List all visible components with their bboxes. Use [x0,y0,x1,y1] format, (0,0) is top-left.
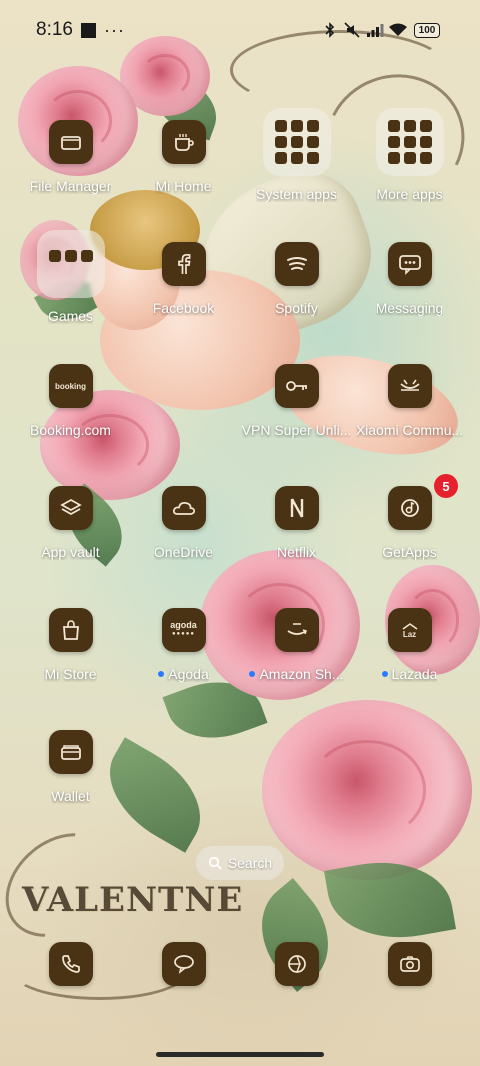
chat-bubble-icon [161,942,206,986]
cloud-icon [161,486,206,530]
folder-system-apps[interactable]: System apps [240,106,353,228]
home-indicator[interactable] [156,1052,324,1057]
app-label: Games [47,308,94,324]
getapps-icon [387,486,432,530]
battery-indicator: 100 [414,22,440,38]
agoda-icon-text: agoda [170,620,197,630]
agoda-dots-icon: ●●●●● [171,631,196,637]
app-lazada[interactable]: Laz Lazada [353,594,466,716]
app-spotify[interactable]: Spotify [240,228,353,350]
app-booking[interactable]: booking Booking.com [14,350,127,472]
folder-more-apps[interactable]: More apps [353,106,466,228]
new-app-dot [158,671,165,677]
dock-phone[interactable] [14,942,127,986]
app-label: Netflix [277,544,316,560]
cup-icon [161,120,206,164]
layers-icon [48,486,93,530]
status-time: 8:16 [36,19,73,40]
folder-group-icon [375,108,444,176]
app-grid: File Manager Mi Home System apps More ap… [14,106,466,838]
netflix-icon [274,486,319,530]
app-label: Wallet [51,788,90,804]
app-label: Xiaomi Commu... [355,422,464,438]
amazon-icon [274,608,319,652]
app-agoda[interactable]: agoda ●●●●● Agoda [127,594,240,716]
folder-group-icon [36,230,105,298]
facebook-icon [161,242,206,286]
search-icon [208,856,222,870]
agoda-icon: agoda ●●●●● [161,608,206,652]
app-label: GetApps [382,544,437,560]
key-icon [274,364,319,408]
app-label: Facebook [152,300,215,316]
spotify-icon [274,242,319,286]
app-wallet[interactable]: Wallet [14,716,127,838]
booking-icon: booking [48,364,93,408]
app-facebook[interactable]: Facebook [127,228,240,350]
folder-group-icon [262,108,331,176]
app-netflix[interactable]: Netflix [240,472,353,594]
app-xiaomi-community[interactable]: Xiaomi Commu... [353,350,466,472]
dock-camera[interactable] [353,942,466,986]
camera-icon [387,942,432,986]
browser-icon [274,942,319,986]
folder-file-icon [48,120,93,164]
app-label: Messaging [375,300,444,316]
status-bar: 8:16 ··· 100 [0,0,480,60]
app-mi-store[interactable]: Mi Store [14,594,127,716]
notification-square-icon [80,22,96,38]
status-right: 100 [322,22,440,38]
search-button[interactable]: Search [196,846,284,880]
bluetooth-icon [322,22,338,38]
app-getapps[interactable]: 5 GetApps [353,472,466,594]
wifi-icon [388,22,408,38]
dock-messages[interactable] [127,942,240,986]
app-label: System apps [256,186,337,202]
app-label: Lazada [381,666,437,682]
app-label: VPN Super Unli... [241,422,352,438]
app-onedrive[interactable]: OneDrive [127,472,240,594]
app-label: OneDrive [153,544,214,560]
dock [14,942,466,986]
signal-icon [366,22,384,38]
app-mi-home[interactable]: Mi Home [127,106,240,228]
app-label: Spotify [275,300,318,316]
new-app-dot [381,671,388,677]
new-app-dot [249,671,256,677]
more-notifications-icon: ··· [103,19,125,40]
app-file-manager[interactable]: File Manager [14,106,127,228]
app-amazon-shopping[interactable]: Amazon Sh... [240,594,353,716]
app-label: File Manager [29,178,112,194]
message-icon [387,242,432,286]
lazada-icon: Laz [387,608,432,652]
xiaomi-community-icon [387,364,432,408]
app-label: Booking.com [30,422,111,438]
empty-slot [127,350,240,472]
notification-badge: 5 [434,474,458,498]
app-label: App vault [41,544,100,560]
app-label: More apps [376,186,443,202]
app-label: Mi Home [155,178,212,194]
booking-icon-text: booking [54,381,87,391]
app-label: Mi Store [44,666,97,682]
app-vpn-super-unlimited[interactable]: VPN Super Unli... [240,350,353,472]
app-app-vault[interactable]: App vault [14,472,127,594]
app-label: Amazon Sh... [249,666,344,682]
app-label: Agoda [158,666,209,682]
wallet-icon [48,730,93,774]
phone-icon [48,942,93,986]
dock-browser[interactable] [240,942,353,986]
app-messaging[interactable]: Messaging [353,228,466,350]
status-left: 8:16 ··· [36,19,125,41]
lazada-icon-text: Laz [402,629,417,639]
mute-icon [344,22,360,38]
shopping-bag-icon [48,608,93,652]
search-label: Search [227,855,273,871]
folder-games[interactable]: Games [14,228,127,350]
